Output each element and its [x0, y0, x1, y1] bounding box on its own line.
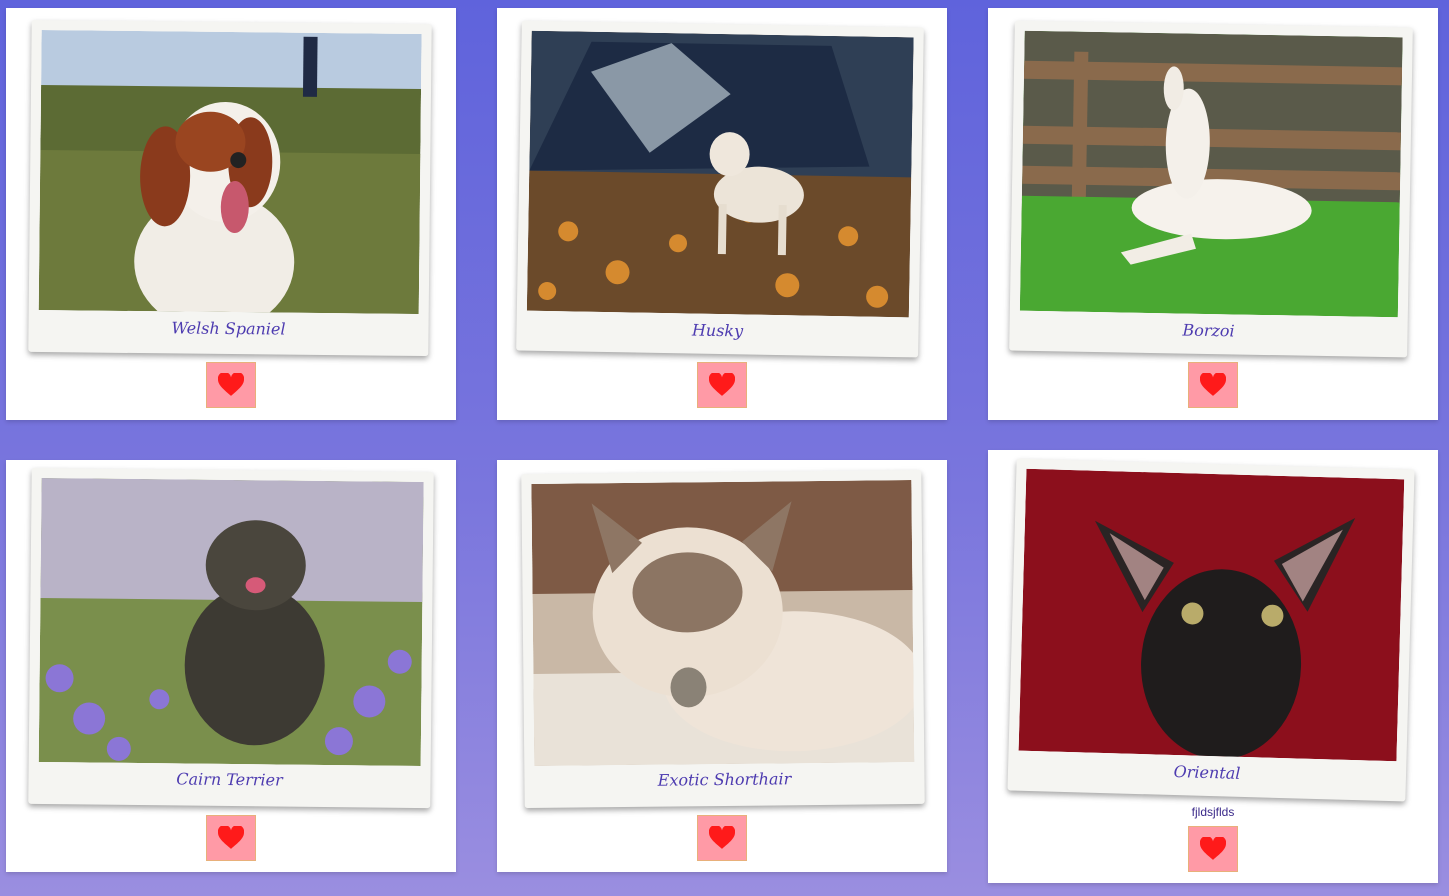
like-button[interactable] [206, 815, 256, 861]
like-button[interactable] [1188, 362, 1238, 408]
pet-photo[interactable] [531, 480, 915, 766]
heart-icon [218, 826, 244, 849]
pet-caption: Cairn Terrier [176, 769, 283, 790]
photo-frame: Exotic Shorthair [521, 469, 925, 809]
photo-frame: Oriental [1007, 458, 1415, 802]
pet-photo[interactable] [526, 30, 914, 318]
like-button[interactable] [1188, 826, 1238, 872]
pet-card: Borzoi [988, 8, 1438, 420]
heart-icon [218, 373, 244, 396]
photo-frame: Husky [516, 20, 924, 358]
pet-caption: Oriental [1173, 762, 1241, 783]
pet-card: Cairn Terrier [6, 460, 456, 872]
pet-photo[interactable] [38, 30, 422, 314]
like-button[interactable] [697, 815, 747, 861]
like-button[interactable] [206, 362, 256, 408]
pet-photo[interactable] [1019, 30, 1403, 318]
heart-icon [1200, 373, 1226, 396]
pet-photo[interactable] [38, 478, 424, 766]
like-button[interactable] [697, 362, 747, 408]
photo-frame: Welsh Spaniel [28, 19, 432, 357]
pet-note: fjldsjflds [1191, 805, 1235, 819]
heart-icon [709, 826, 735, 849]
photo-frame: Borzoi [1009, 20, 1413, 358]
pet-caption: Exotic Shorthair [657, 769, 792, 790]
pet-card: Husky [497, 8, 947, 420]
photo-frame: Cairn Terrier [28, 467, 434, 809]
pet-photo[interactable] [1018, 468, 1405, 762]
pet-caption: Husky [691, 320, 744, 341]
pet-card: Welsh Spaniel [6, 8, 456, 420]
heart-icon [1200, 837, 1226, 860]
pet-caption: Welsh Spaniel [171, 318, 286, 339]
pet-caption: Borzoi [1182, 320, 1235, 341]
pet-card: Exotic Shorthair [497, 460, 947, 872]
heart-icon [709, 373, 735, 396]
pet-card: Oriental fjldsjflds [988, 450, 1438, 883]
